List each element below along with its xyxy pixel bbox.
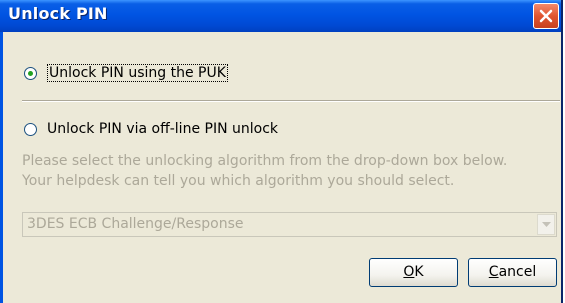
radio-label-offline: Unlock PIN via off-line PIN unlock — [47, 121, 279, 137]
cancel-label-rest: ancel — [498, 264, 537, 280]
radio-button-puk[interactable] — [24, 66, 37, 80]
help-text-line-2: Your helpdesk can tell you which algorit… — [22, 173, 455, 189]
algorithm-dropdown-button[interactable] — [537, 214, 555, 235]
unlock-pin-dialog: Unlock PIN Unlock PIN using the PUK Unlo… — [0, 0, 563, 303]
close-button[interactable] — [533, 3, 559, 29]
close-icon — [539, 9, 553, 23]
cancel-button[interactable]: Cancel — [468, 258, 557, 287]
radio-label-puk: Unlock PIN using the PUK — [47, 64, 228, 82]
help-text: Please select the unlocking algorithm fr… — [22, 151, 562, 191]
ok-mnemonic: O — [403, 264, 415, 280]
ok-label-rest: K — [414, 264, 424, 280]
algorithm-select-value: 3DES ECB Challenge/Response — [27, 216, 244, 232]
title-bar[interactable]: Unlock PIN — [0, 0, 561, 32]
separator — [22, 100, 560, 102]
window-border — [0, 32, 3, 303]
algorithm-select[interactable]: 3DES ECB Challenge/Response — [22, 212, 557, 237]
help-text-line-1: Please select the unlocking algorithm fr… — [22, 153, 508, 169]
chevron-down-icon — [542, 222, 551, 227]
radio-button-offline[interactable] — [24, 122, 37, 136]
cancel-mnemonic: C — [488, 264, 499, 280]
radio-option-puk[interactable]: Unlock PIN using the PUK — [24, 64, 228, 82]
dialog-title: Unlock PIN — [8, 4, 108, 23]
ok-button[interactable]: OK — [369, 258, 458, 287]
radio-option-offline[interactable]: Unlock PIN via off-line PIN unlock — [24, 121, 278, 137]
